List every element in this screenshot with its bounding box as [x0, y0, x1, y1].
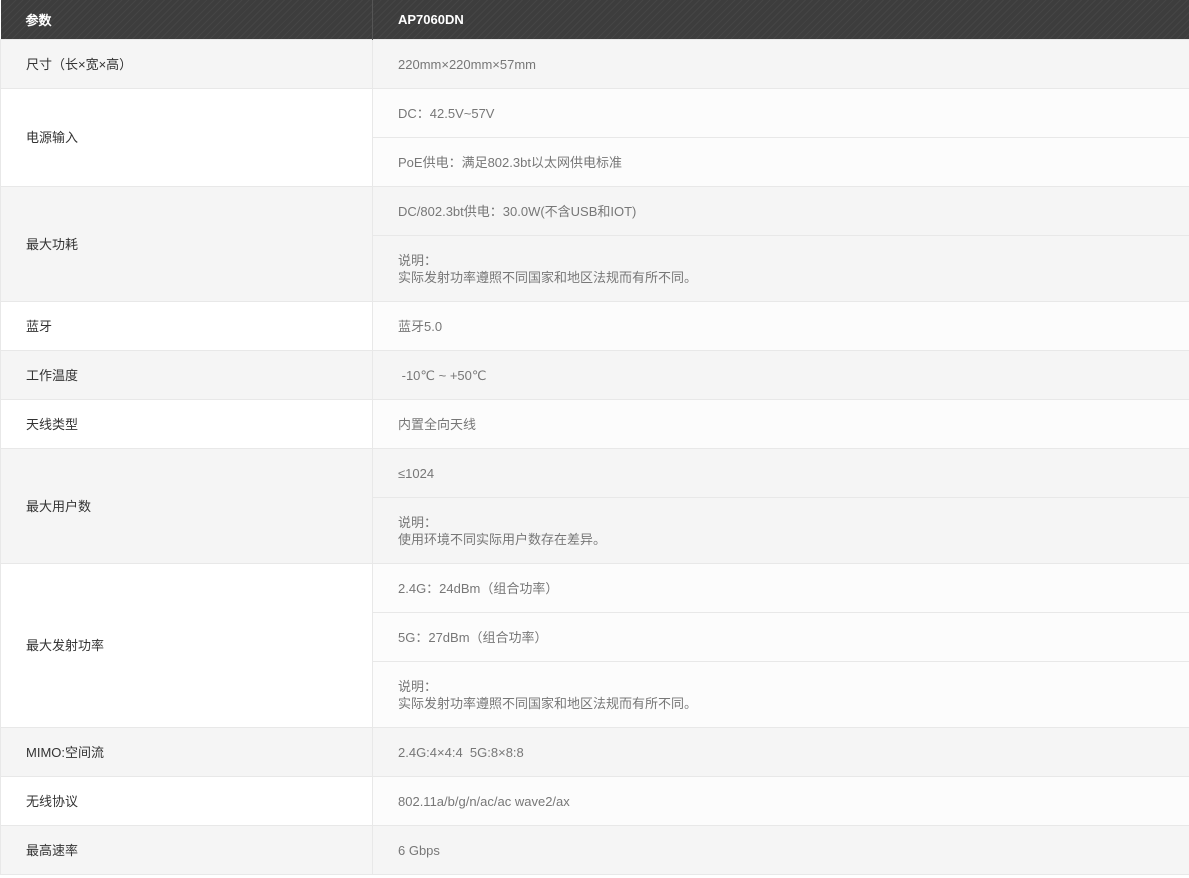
table-row-mimo: MIMO:空间流 2.4G:4×4:4 5G:8×8:8: [0, 727, 1189, 777]
header-model: AP7060DN: [372, 0, 1189, 40]
row-note: 说明： 实际发射功率遵照不同国家和地区法规而有所不同。: [372, 235, 1189, 302]
note-text: 使用环境不同实际用户数存在差异。: [398, 531, 607, 547]
spec-table: 参数 AP7060DN 尺寸（长×宽×高） 220mm×220mm×57mm 电…: [0, 0, 1189, 875]
table-row-antenna: 天线类型 内置全向天线: [0, 399, 1189, 449]
row-value: DC/802.3bt供电：30.0W(不含USB和IOT): [372, 186, 1189, 236]
table-row-max-users: 最大用户数 ≤1024: [0, 448, 1189, 564]
note-title: 说明：: [398, 514, 438, 530]
row-note: 说明： 使用环境不同实际用户数存在差异。: [372, 497, 1189, 564]
row-value: PoE供电：满足802.3bt以太网供电标准: [372, 137, 1189, 187]
row-label: 无线协议: [0, 776, 373, 826]
header-param: 参数: [0, 0, 373, 40]
note-text: 实际发射功率遵照不同国家和地区法规而有所不同。: [398, 695, 698, 711]
row-value: 6 Gbps: [372, 825, 1189, 875]
row-note: 说明： 实际发射功率遵照不同国家和地区法规而有所不同。: [372, 661, 1189, 728]
table-row-max-rate: 最高速率 6 Gbps: [0, 825, 1189, 875]
note-text: 实际发射功率遵照不同国家和地区法规而有所不同。: [398, 269, 698, 285]
table-row-power-input: 电源输入 DC：42.5V~57V: [0, 88, 1189, 187]
row-label: 电源输入: [0, 88, 373, 187]
row-value: 5G：27dBm（组合功率）: [372, 612, 1189, 662]
row-value: DC：42.5V~57V: [372, 88, 1189, 138]
row-label: 尺寸（长×宽×高）: [0, 39, 373, 89]
table-row-max-power: 最大功耗 DC/802.3bt供电：30.0W(不含USB和IOT): [0, 186, 1189, 302]
row-value: -10℃ ~ +50℃: [372, 350, 1189, 400]
row-label: 最高速率: [0, 825, 373, 875]
row-value: 内置全向天线: [372, 399, 1189, 449]
row-label: MIMO:空间流: [0, 727, 373, 777]
table-row-wireless-protocol: 无线协议 802.11a/b/g/n/ac/ac wave2/ax: [0, 776, 1189, 826]
table-row-bluetooth: 蓝牙 蓝牙5.0: [0, 301, 1189, 351]
row-value: 802.11a/b/g/n/ac/ac wave2/ax: [372, 776, 1189, 826]
table-row-temperature: 工作温度 -10℃ ~ +50℃: [0, 350, 1189, 400]
note-title: 说明：: [398, 678, 438, 694]
row-label: 工作温度: [0, 350, 373, 400]
row-label: 天线类型: [0, 399, 373, 449]
row-value: ≤1024: [372, 448, 1189, 498]
table-header-row: 参数 AP7060DN: [0, 0, 1189, 40]
row-label: 最大功耗: [0, 186, 373, 302]
table-row-size: 尺寸（长×宽×高） 220mm×220mm×57mm: [0, 39, 1189, 89]
row-value: 2.4G:4×4:4 5G:8×8:8: [372, 727, 1189, 777]
note-title: 说明：: [398, 252, 438, 268]
row-label: 最大用户数: [0, 448, 373, 564]
row-value: 蓝牙5.0: [372, 301, 1189, 351]
row-label: 最大发射功率: [0, 563, 373, 728]
table-row-max-tx-power: 最大发射功率 2.4G：24dBm（组合功率）: [0, 563, 1189, 728]
row-label: 蓝牙: [0, 301, 373, 351]
row-value: 220mm×220mm×57mm: [372, 39, 1189, 89]
row-value: 2.4G：24dBm（组合功率）: [372, 563, 1189, 613]
